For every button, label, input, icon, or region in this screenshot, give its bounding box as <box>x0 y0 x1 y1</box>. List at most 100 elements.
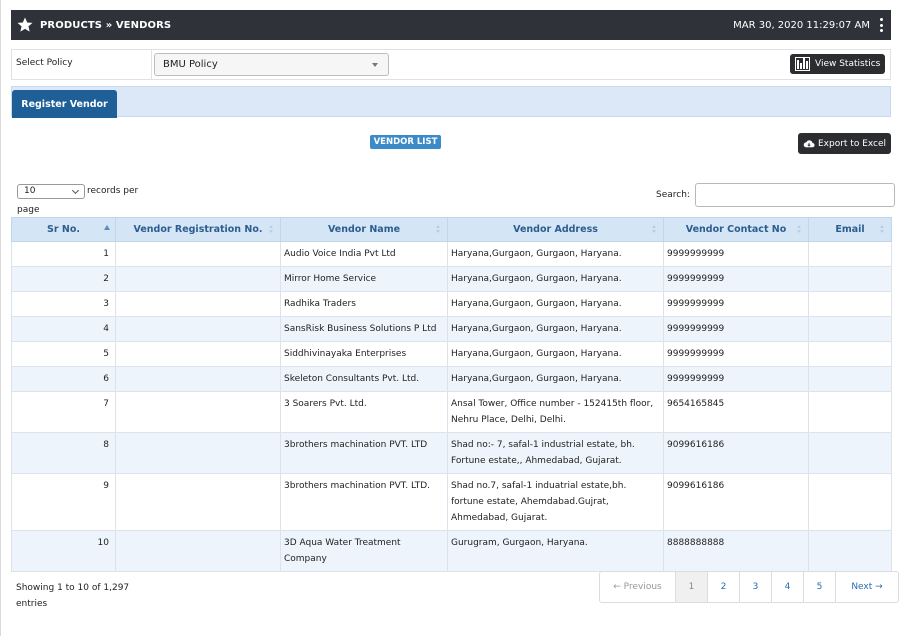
pagination: ← Previous 1 2 3 4 5 Next → <box>599 571 899 603</box>
cell-email <box>808 473 892 531</box>
cell-vendor-name: Radhika Traders <box>280 291 448 317</box>
table-row[interactable]: 1 Audio Voice India Pvt Ltd Haryana,Gurgao… <box>11 241 892 267</box>
pagination-next[interactable]: Next → <box>835 572 898 602</box>
export-to-excel-button[interactable]: Export to Excel <box>798 133 891 154</box>
pagination-page[interactable]: 2 <box>707 572 739 602</box>
column-header-sr-no[interactable]: Sr No. <box>11 217 116 242</box>
chevron-down-icon <box>71 186 80 195</box>
pagination-page[interactable]: 3 <box>739 572 771 602</box>
cell-registration-no <box>115 473 281 531</box>
more-options-icon[interactable] <box>876 17 886 33</box>
sort-icon <box>269 225 274 235</box>
table-row[interactable]: 6 Skeleton Consultants Pvt. Ltd. Haryana,G… <box>11 366 892 392</box>
cell-registration-no <box>115 291 281 317</box>
cell-vendor-address: Haryana,Gurgaon, Gurgaon, Haryana. <box>447 316 664 342</box>
cell-sr-no: 10 <box>11 530 116 572</box>
cell-email <box>808 341 892 367</box>
search-input[interactable] <box>695 183 895 207</box>
table-row[interactable]: 5 Siddhivinayaka Enterprises Haryana,Gurga… <box>11 341 892 367</box>
vendor-list-badge: VENDOR LIST <box>370 135 441 149</box>
cell-sr-no: 5 <box>11 341 116 367</box>
records-per-page-value: 10 <box>24 186 36 196</box>
cell-vendor-address: Haryana,Gurgaon, Gurgaon, Haryana. <box>447 366 664 392</box>
cell-registration-no <box>115 432 281 474</box>
policy-selector-row: Select Policy BMU Policy View Statistics <box>11 49 891 80</box>
cell-registration-no <box>115 266 281 292</box>
table-row[interactable]: 7 3 Soarers Pvt. Ltd. Ansal Tower, Office … <box>11 391 892 433</box>
cell-sr-no: 3 <box>11 291 116 317</box>
table-row[interactable]: 10 3D Aqua Water Treatment Company Gurugra… <box>11 530 892 572</box>
sort-icon <box>436 225 441 235</box>
cell-registration-no <box>115 530 281 572</box>
column-header-email[interactable]: Email <box>808 217 892 242</box>
sort-icon <box>880 225 885 235</box>
cell-vendor-name: Mirror Home Service <box>280 266 448 292</box>
cell-vendor-address: Haryana,Gurgaon, Gurgaon, Haryana. <box>447 241 664 267</box>
column-header-vendor-address[interactable]: Vendor Address <box>447 217 664 242</box>
download-cloud-icon <box>803 139 815 147</box>
cell-email <box>808 241 892 267</box>
table-header-row: Sr No. Vendor Registration No. Vendor Na… <box>11 217 892 242</box>
cell-email <box>808 391 892 433</box>
cell-contact-no: 9999999999 <box>663 316 809 342</box>
vendor-table: Sr No. Vendor Registration No. Vendor Na… <box>11 217 892 572</box>
cell-registration-no <box>115 391 281 433</box>
cell-registration-no <box>115 341 281 367</box>
table-row[interactable]: 8 3brothers machination PVT. LTD Shad no:-… <box>11 432 892 474</box>
tab-register-vendor[interactable]: Register Vendor <box>12 90 117 118</box>
page-frame: PRODUCTS » VENDORS MAR 30, 2020 11:29:07… <box>0 0 900 636</box>
cell-sr-no: 7 <box>11 391 116 433</box>
records-per-page-label: records per <box>87 186 139 196</box>
records-per-page-label-2: page <box>17 205 40 215</box>
view-statistics-label: View Statistics <box>815 59 881 69</box>
records-per-page-select[interactable]: 10 <box>17 184 85 199</box>
column-header-registration-no[interactable]: Vendor Registration No. <box>115 217 281 242</box>
cell-contact-no: 9999999999 <box>663 266 809 292</box>
export-to-excel-label: Export to Excel <box>817 138 887 149</box>
policy-dropdown-value: BMU Policy <box>163 59 218 70</box>
search-label: Search: <box>656 190 690 200</box>
cell-contact-no: 9099616186 <box>663 432 809 474</box>
cell-vendor-address: Shad no.7, safal-1 induatrial estate,bh.… <box>447 473 664 531</box>
cell-sr-no: 1 <box>11 241 116 267</box>
view-statistics-button[interactable]: View Statistics <box>790 54 885 74</box>
column-header-contact-no[interactable]: Vendor Contact No <box>663 217 809 242</box>
cell-contact-no: 9999999999 <box>663 241 809 267</box>
star-icon <box>17 17 33 32</box>
table-row[interactable]: 3 Radhika Traders Haryana,Gurgaon, Gurgaon… <box>11 291 892 317</box>
cell-contact-no: 9999999999 <box>663 341 809 367</box>
cell-contact-no: 9654165845 <box>663 391 809 433</box>
cell-vendor-address: Ansal Tower, Office number - 152415th fl… <box>447 391 664 433</box>
cell-vendor-address: Haryana,Gurgaon, Gurgaon, Haryana. <box>447 291 664 317</box>
cell-email <box>808 530 892 572</box>
cell-vendor-name: Skeleton Consultants Pvt. Ltd. <box>280 366 448 392</box>
tab-strip: Register Vendor <box>11 86 891 118</box>
cell-vendor-name: 3 Soarers Pvt. Ltd. <box>280 391 448 433</box>
table-row[interactable]: 2 Mirror Home Service Haryana,Gurgaon, Gur… <box>11 266 892 292</box>
cell-sr-no: 4 <box>11 316 116 342</box>
cell-vendor-address: Gurugram, Gurgaon, Haryana. <box>447 530 664 572</box>
sort-icon <box>797 225 802 235</box>
cell-vendor-name: 3brothers machination PVT. LTD. <box>280 473 448 531</box>
cell-sr-no: 2 <box>11 266 116 292</box>
cell-sr-no: 9 <box>11 473 116 531</box>
policy-dropdown[interactable]: BMU Policy <box>154 53 389 76</box>
table-row[interactable]: 4 SansRisk Business Solutions P Ltd Haryan… <box>11 316 892 342</box>
pagination-page[interactable]: 4 <box>771 572 803 602</box>
pagination-previous[interactable]: ← Previous <box>600 572 675 602</box>
cell-email <box>808 432 892 474</box>
cell-vendor-name: 3brothers machination PVT. LTD <box>280 432 448 474</box>
cell-email <box>808 291 892 317</box>
cell-contact-no: 8888888888 <box>663 530 809 572</box>
cell-contact-no: 9099616186 <box>663 473 809 531</box>
pagination-page[interactable]: 5 <box>803 572 835 602</box>
cell-sr-no: 8 <box>11 432 116 474</box>
breadcrumb: PRODUCTS » VENDORS <box>40 19 172 31</box>
cell-registration-no <box>115 316 281 342</box>
cell-vendor-name: Audio Voice India Pvt Ltd <box>280 241 448 267</box>
cell-email <box>808 316 892 342</box>
table-row[interactable]: 9 3brothers machination PVT. LTD. Shad no.… <box>11 473 892 531</box>
pagination-page-current[interactable]: 1 <box>675 572 707 602</box>
column-header-vendor-name[interactable]: Vendor Name <box>280 217 448 242</box>
caret-down-icon <box>372 63 378 67</box>
